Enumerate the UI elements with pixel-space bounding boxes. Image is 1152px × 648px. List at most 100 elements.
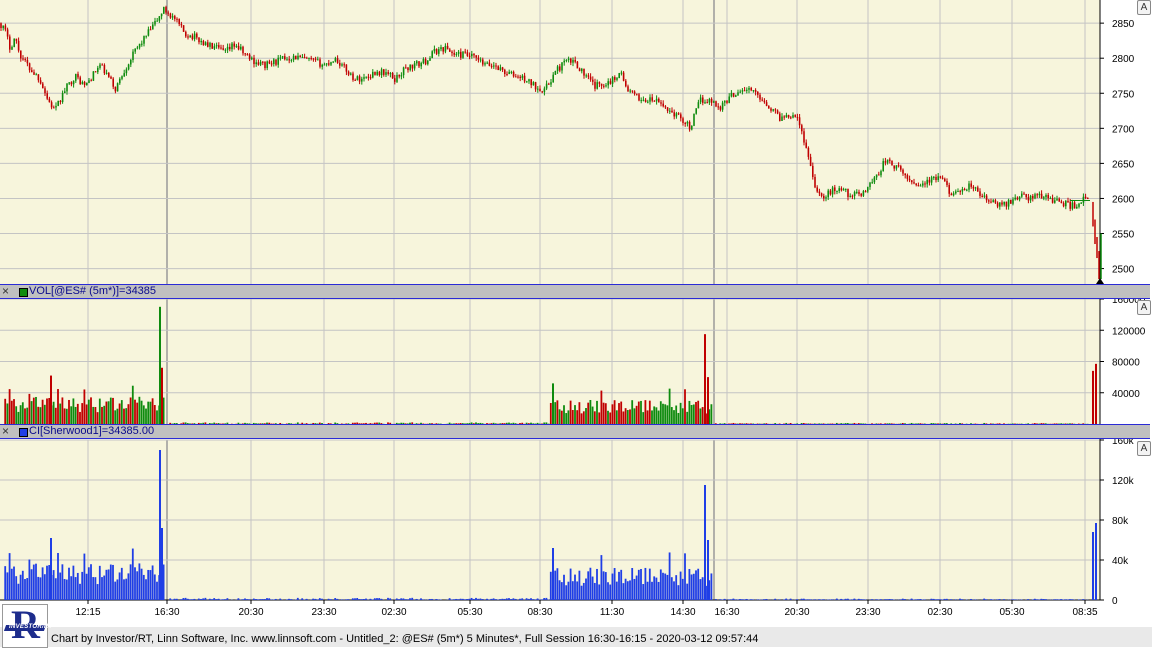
ci-bar xyxy=(693,574,695,600)
price-candle-body xyxy=(517,77,519,78)
volume-spike-bar xyxy=(161,368,163,424)
ci-bar xyxy=(656,578,658,600)
ci-bar xyxy=(904,599,906,600)
price-candle-body xyxy=(607,81,609,85)
price-candle-body xyxy=(951,194,953,195)
ci-bar xyxy=(851,599,853,600)
price-candle-body xyxy=(346,65,348,72)
price-candle-body xyxy=(676,113,678,116)
price-candle-body xyxy=(601,84,603,86)
volume-autoscale-button[interactable]: A xyxy=(1137,300,1151,315)
price-candle-body xyxy=(207,42,209,47)
price-candle-body xyxy=(1063,203,1065,206)
volume-bar xyxy=(81,403,83,424)
ci-bar xyxy=(480,599,482,600)
volume-bar xyxy=(64,408,66,424)
price-candle-body xyxy=(874,177,876,182)
price-candle-body xyxy=(616,78,618,80)
price-candle-body xyxy=(436,49,438,54)
price-candle-body xyxy=(808,148,810,157)
ci-bar xyxy=(1034,599,1036,600)
ci-bar xyxy=(596,569,598,600)
price-candle-body xyxy=(451,52,453,53)
x-tick-label: 02:30 xyxy=(927,607,952,618)
volume-bar xyxy=(106,402,108,424)
ci-bar xyxy=(939,599,941,600)
price-candle-body xyxy=(478,58,480,60)
price-candle-body xyxy=(44,88,46,93)
ci-bar xyxy=(222,599,224,600)
volume-bar xyxy=(662,404,664,424)
price-candle-body xyxy=(1056,199,1058,201)
price-candle-body xyxy=(968,183,970,189)
investor-rt-logo: R INVESTOR/RT xyxy=(2,604,48,648)
ci-bar xyxy=(143,575,145,600)
ci-bar xyxy=(112,565,114,600)
ci-bar xyxy=(931,599,933,600)
price-candle-body xyxy=(222,48,224,50)
ci-bar xyxy=(103,576,105,600)
ci-bar xyxy=(970,599,972,600)
volume-bar xyxy=(75,407,77,424)
volume-bar xyxy=(565,413,567,424)
price-candle-body xyxy=(594,82,596,89)
price-candle-body xyxy=(42,84,44,89)
ci-bar xyxy=(119,572,121,600)
ci-bar xyxy=(537,598,539,600)
price-candle-body xyxy=(891,161,893,166)
price-candle-body xyxy=(640,100,642,101)
ci-bar xyxy=(101,577,103,600)
price-candle-body xyxy=(852,196,854,197)
ci-bar xyxy=(997,599,999,600)
ci-bar xyxy=(438,599,440,600)
ci-bar xyxy=(805,599,807,600)
price-candle-body xyxy=(20,51,22,59)
price-candle-body xyxy=(480,60,482,61)
ci-bar xyxy=(273,599,275,600)
ci-bar xyxy=(4,566,6,600)
volume-bar xyxy=(145,409,147,424)
price-candle-body xyxy=(341,64,343,65)
price-candle-body xyxy=(139,44,141,48)
ci-bar xyxy=(224,599,226,600)
volume-bar xyxy=(682,408,684,424)
price-candle-body xyxy=(464,52,466,53)
x-tick-label: 05:30 xyxy=(457,607,482,618)
ci-bar xyxy=(631,568,633,600)
ci-bar xyxy=(451,599,453,600)
price-candle-body xyxy=(398,75,400,76)
price-candle-body xyxy=(915,183,917,185)
price-autoscale-button[interactable]: A xyxy=(1137,0,1151,15)
ci-autoscale-button[interactable]: A xyxy=(1137,441,1151,456)
volume-bar xyxy=(53,402,55,424)
ci-bar xyxy=(528,599,530,600)
ci-bar xyxy=(121,568,123,600)
price-candle-body xyxy=(1050,198,1052,199)
ci-bar xyxy=(598,584,600,600)
price-candle-body xyxy=(445,46,447,52)
volume-bar xyxy=(651,410,653,424)
ci-bar xyxy=(361,599,363,600)
volume-bar xyxy=(130,397,132,424)
ci-bar xyxy=(220,599,222,600)
ci-bar xyxy=(13,567,15,600)
price-y-tick-label: 2700 xyxy=(1112,124,1135,135)
ci-bar xyxy=(933,599,935,600)
ci-bar xyxy=(183,598,185,600)
x-tick-label: 20:30 xyxy=(784,607,809,618)
price-candle-body xyxy=(299,56,301,57)
price-candle-body xyxy=(460,52,462,58)
ci-bar xyxy=(1032,599,1034,600)
volume-close-icon[interactable]: × xyxy=(2,284,9,298)
ci-bar xyxy=(341,599,343,600)
ci-bar xyxy=(187,599,189,600)
price-candle-body xyxy=(18,41,20,51)
price-candle-body xyxy=(698,102,700,108)
price-candle-body xyxy=(603,86,605,87)
volume-bar xyxy=(616,410,618,424)
price-candle-body xyxy=(552,75,554,82)
price-candle-body xyxy=(596,82,598,89)
ci-color-swatch xyxy=(19,428,28,437)
ci-bar xyxy=(429,599,431,600)
ci-close-icon[interactable]: × xyxy=(2,424,9,438)
